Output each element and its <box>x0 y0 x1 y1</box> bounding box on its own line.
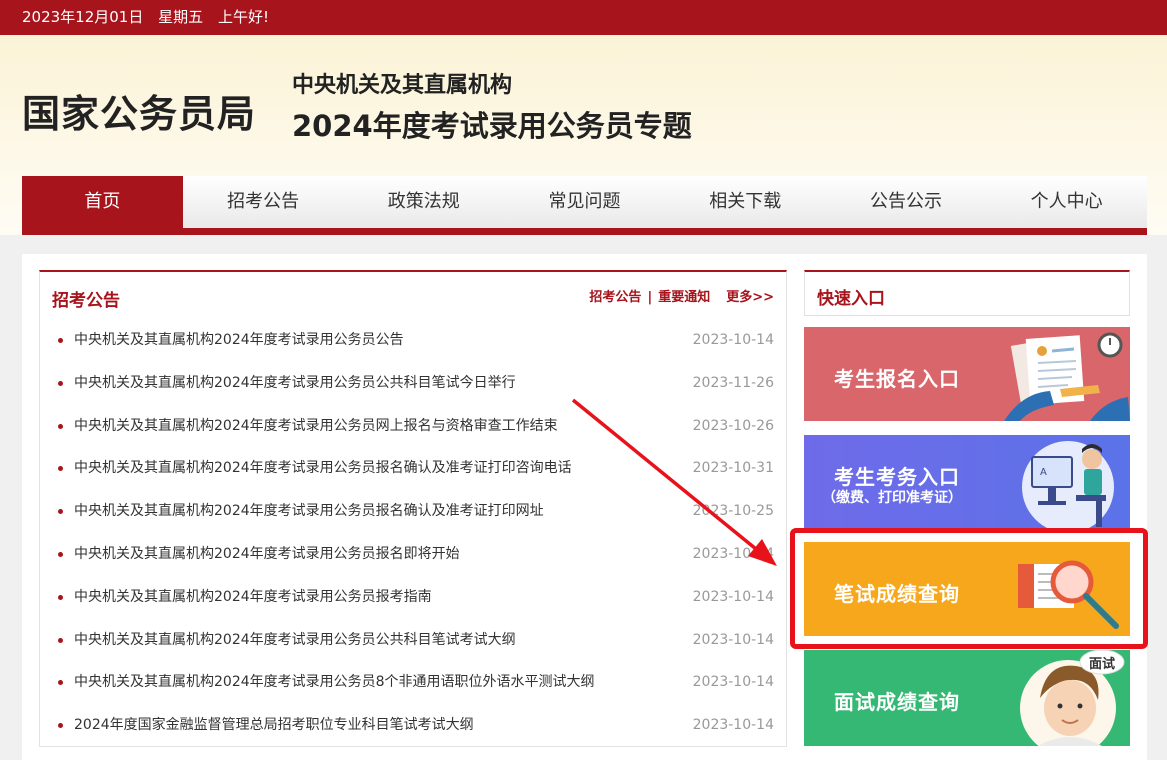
more-link[interactable]: 更多>> <box>726 290 774 305</box>
news-title[interactable]: 中央机关及其直属机构2024年度考试录用公务员报名确认及准考证打印咨询电话 <box>74 460 572 476</box>
current-weekday: 星期五 <box>158 8 204 26</box>
exam-entry-sublabel: （缴费、打印准考证） <box>822 490 962 506</box>
news-item[interactable]: 中央机关及其直属机构2024年度考试录用公务员报考指南 2023-10-14 <box>40 576 786 619</box>
register-entry-label: 考生报名入口 <box>834 367 960 391</box>
news-date: 2023-10-14 <box>692 588 774 605</box>
header-title: 2024年度考试录用公务员专题 <box>292 109 692 143</box>
register-entry-card[interactable]: 考生报名入口 <box>804 327 1130 421</box>
header-subtitle: 中央机关及其直属机构 <box>292 73 513 98</box>
notices-panel: 招考公告 招考公告 | 重要通知 更多>> 中央机关及其直属机构2024年度考试录用公… <box>39 270 787 747</box>
news-date: 2023-10-25 <box>692 503 774 520</box>
news-title[interactable]: 中央机关及其直属机构2024年度考试录用公务员公告 <box>74 332 404 348</box>
news-date: 2023-10-14 <box>692 631 774 648</box>
quick-entry-header: 快速入口 <box>804 270 1130 316</box>
document-pen-icon <box>1004 332 1130 421</box>
news-title[interactable]: 2024年度国家金融监督管理总局招考职位专业科目笔试考试大纲 <box>74 717 474 733</box>
site-logo[interactable]: 国家公务员局 <box>22 83 256 138</box>
news-list: 中央机关及其直属机构2024年度考试录用公务员公告 2023-10-14 中央机关… <box>40 319 786 747</box>
notices-links: 招考公告 | 重要通知 更多>> <box>589 286 774 305</box>
news-date: 2023-11-26 <box>692 374 774 391</box>
svg-text:A: A <box>1040 467 1047 478</box>
exam-entry-label: 考生考务入口 <box>834 465 960 489</box>
news-title[interactable]: 中央机关及其直属机构2024年度考试录用公务员公共科目笔试考试大纲 <box>74 632 516 648</box>
news-date: 2023-10-14 <box>692 332 774 348</box>
top-status-bar: 2023年12月01日 星期五 上午好! <box>0 0 1167 35</box>
news-title[interactable]: 中央机关及其直属机构2024年度考试录用公务员网上报名与资格审查工作结束 <box>74 418 558 434</box>
news-item[interactable]: 中央机关及其直属机构2024年度考试录用公务员8个非通用语职位外语水平测试大纲 2… <box>40 661 786 704</box>
current-date: 2023年12月01日 <box>22 8 144 26</box>
exam-entry-card[interactable]: 考生考务入口 （缴费、打印准考证） A <box>804 435 1130 529</box>
nav-home[interactable]: 首页 <box>22 176 183 228</box>
nav-announcements[interactable]: 招考公告 <box>183 176 344 228</box>
news-title[interactable]: 中央机关及其直属机构2024年度考试录用公务员8个非通用语职位外语水平测试大纲 <box>74 674 595 690</box>
nav-public-notices[interactable]: 公告公示 <box>826 176 987 228</box>
news-title[interactable]: 中央机关及其直属机构2024年度考试录用公务员报名即将开始 <box>74 546 460 562</box>
links-separator: | <box>647 290 653 305</box>
nav-faq[interactable]: 常见问题 <box>504 176 665 228</box>
link-important-notices[interactable]: 重要通知 <box>658 290 710 305</box>
quick-entry-title: 快速入口 <box>817 289 885 309</box>
interview-score-card[interactable]: 面试成绩查询 面试 <box>804 650 1130 746</box>
news-item[interactable]: 中央机关及其直属机构2024年度考试录用公务员网上报名与资格审查工作结束 2023… <box>40 405 786 448</box>
news-title[interactable]: 中央机关及其直属机构2024年度考试录用公务员报名确认及准考证打印网址 <box>74 503 544 519</box>
news-item[interactable]: 2024年度国家金融监督管理总局招考职位专业科目笔试考试大纲 2023-10-14 <box>40 704 786 747</box>
computer-student-icon: A <box>1022 441 1114 529</box>
news-item[interactable]: 中央机关及其直属机构2024年度考试录用公务员公共科目笔试考试大纲 2023-10… <box>40 619 786 662</box>
news-item[interactable]: 中央机关及其直属机构2024年度考试录用公务员报名即将开始 2023-10-14 <box>40 533 786 576</box>
news-date: 2023-10-14 <box>692 717 774 734</box>
news-title[interactable]: 中央机关及其直属机构2024年度考试录用公务员公共科目笔试今日举行 <box>74 375 516 391</box>
news-item[interactable]: 中央机关及其直属机构2024年度考试录用公务员报名确认及准考证打印网址 2023-… <box>40 490 786 533</box>
nav-downloads[interactable]: 相关下载 <box>665 176 826 228</box>
notices-title: 招考公告 <box>52 291 120 311</box>
news-item[interactable]: 中央机关及其直属机构2024年度考试录用公务员公共科目笔试今日举行 2023-11… <box>40 362 786 405</box>
news-title[interactable]: 中央机关及其直属机构2024年度考试录用公务员报考指南 <box>74 589 432 605</box>
news-item[interactable]: 中央机关及其直属机构2024年度考试录用公务员报名确认及准考证打印咨询电话 202… <box>40 447 786 490</box>
news-item[interactable]: 中央机关及其直属机构2024年度考试录用公务员公告 2023-10-14 <box>40 319 786 362</box>
greeting-text: 上午好! <box>217 8 269 26</box>
news-date: 2023-10-31 <box>692 460 774 477</box>
news-date: 2023-10-14 <box>692 674 774 691</box>
link-announcements[interactable]: 招考公告 <box>589 290 641 305</box>
main-nav: 首页 招考公告 政策法规 常见问题 相关下载 公告公示 个人中心 <box>22 176 1147 235</box>
highlight-box <box>790 528 1148 649</box>
nav-personal-center[interactable]: 个人中心 <box>986 176 1147 228</box>
nav-policies[interactable]: 政策法规 <box>343 176 504 228</box>
news-date: 2023-10-14 <box>692 545 774 562</box>
interview-score-label: 面试成绩查询 <box>834 690 960 714</box>
interview-badge: 面试 <box>1089 657 1116 672</box>
news-date: 2023-10-26 <box>692 417 774 434</box>
